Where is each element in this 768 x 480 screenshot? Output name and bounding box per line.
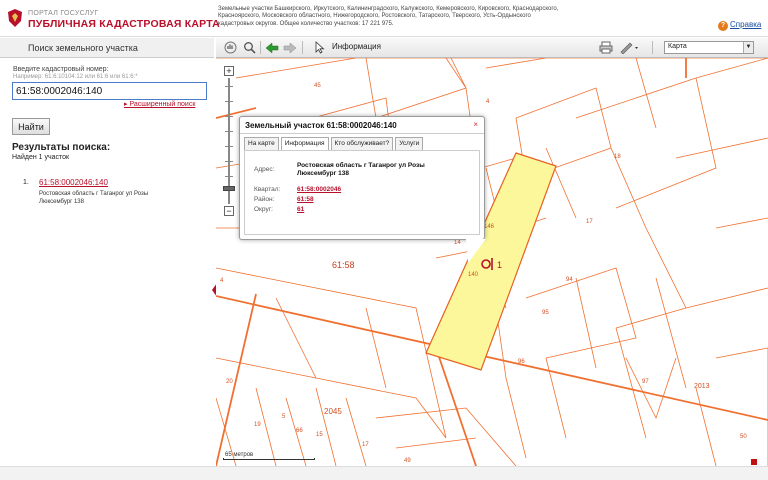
tab-who-serves[interactable]: Кто обслуживает? (330, 137, 394, 151)
measure-tool-button[interactable] (618, 40, 642, 55)
tab-services[interactable]: Услуги (395, 137, 424, 151)
find-button[interactable]: Найти (12, 118, 50, 135)
district-link[interactable]: 61:58 (297, 196, 314, 203)
zoom-tick (225, 101, 233, 102)
results-title: Результаты поиска: (12, 142, 111, 153)
hand-icon (224, 41, 236, 54)
zoom-in-button[interactable]: + (224, 66, 234, 76)
magnifier-icon (243, 42, 256, 54)
identify-button[interactable] (312, 40, 328, 55)
information-tool-label[interactable]: Информация (332, 42, 381, 51)
quarter-link[interactable]: 61:58:0002046 (297, 186, 341, 193)
results-count: Найден 1 участок (12, 154, 70, 161)
parcel-info-popup: Земельный участок 61:58:0002046:140 × На… (239, 116, 486, 263)
svg-text:45: 45 (314, 83, 321, 89)
svg-text:2045: 2045 (324, 407, 342, 416)
result-address: Ростовская область г Таганрог ул Розы Лю… (39, 191, 149, 205)
status-bar (0, 466, 768, 480)
svg-text:17: 17 (586, 219, 593, 225)
quarter-label: Квартал: (254, 186, 281, 193)
zoom-handle[interactable] (223, 186, 235, 191)
printer-icon (599, 41, 613, 54)
svg-text:95: 95 (542, 310, 549, 316)
zoom-tick (225, 116, 233, 117)
svg-text:146: 146 (484, 224, 495, 230)
portal-caption: ПОРТАЛ ГОСУСЛУГ (28, 10, 99, 17)
zoom-tick (225, 146, 233, 147)
result-cadastral-link[interactable]: 61:58:0002046:140 (39, 178, 108, 187)
help-label: Справка (730, 20, 762, 29)
forward-button[interactable] (282, 40, 298, 55)
popup-title: Земельный участок 61:58:0002046:140 (240, 117, 484, 134)
help-icon: ? (718, 21, 728, 31)
arrow-left-icon (265, 41, 279, 54)
search-panel: Поиск земельного участка Введите кадастр… (0, 38, 217, 466)
svg-text:96: 96 (518, 359, 525, 365)
app-title[interactable]: ПУБЛИЧНАЯ КАДАСТРОВАЯ КАРТА (28, 18, 220, 30)
map-layer-value: Карта (668, 43, 687, 50)
svg-text:94: 94 (566, 277, 573, 283)
svg-text:17: 17 (362, 442, 369, 448)
svg-text:66: 66 (296, 428, 303, 434)
address-value: Ростовская область г Таганрог ул Розы Лю… (297, 162, 425, 177)
close-icon[interactable]: × (473, 120, 478, 129)
okrug-label: Округ: (254, 206, 273, 213)
ruler-pen-icon (620, 42, 638, 54)
okrug-link[interactable]: 61 (297, 206, 304, 213)
quarter-label: 61:58 (332, 260, 355, 270)
svg-text:19: 19 (254, 422, 261, 428)
result-number: 1. (23, 179, 29, 186)
svg-text:4: 4 (220, 278, 224, 284)
print-button[interactable] (598, 40, 614, 55)
map-corner-toggle[interactable] (751, 459, 757, 465)
map-toolbar: Информация Карта ▼ (216, 38, 768, 58)
svg-text:18: 18 (614, 154, 621, 160)
zoom-slider[interactable]: + − (223, 66, 235, 216)
svg-text:2013: 2013 (694, 383, 710, 390)
panel-title: Поиск земельного участка (0, 38, 214, 58)
cadastral-number-label: Введите кадастровый номер: (13, 66, 109, 73)
marker-number: 1 (497, 260, 502, 270)
advanced-search-link[interactable]: Расширенный поиск (124, 100, 195, 108)
zoom-tick (225, 161, 233, 162)
back-button[interactable] (264, 40, 280, 55)
tab-on-map[interactable]: На карте (244, 137, 279, 151)
cadastral-number-input[interactable] (12, 82, 207, 100)
svg-text:4: 4 (486, 99, 490, 105)
zoom-tick (225, 86, 233, 87)
coverage-notice: Земельные участки Башкирского, Иркутског… (218, 6, 559, 27)
address-label: Адрес: (254, 166, 275, 173)
toolbar-divider (652, 41, 653, 54)
coat-of-arms-icon (8, 9, 22, 27)
map-layer-select[interactable]: Карта ▼ (664, 41, 754, 54)
popup-tabs: На карте Информация Кто обслуживает? Усл… (244, 137, 424, 151)
zoom-tick (225, 131, 233, 132)
zoom-tick (225, 176, 233, 177)
svg-text:97: 97 (642, 379, 649, 385)
svg-text:14: 14 (454, 240, 461, 246)
tab-information[interactable]: Информация (280, 137, 329, 151)
app-header: ПОРТАЛ ГОСУСЛУГ ПУБЛИЧНАЯ КАДАСТРОВАЯ КА… (0, 0, 768, 37)
toolbar-divider (302, 41, 303, 54)
chevron-down-icon: ▼ (743, 42, 753, 53)
cursor-info-icon (315, 41, 325, 54)
district-label: Район: (254, 196, 275, 203)
scale-bar (223, 458, 315, 460)
zoom-out-button[interactable]: − (224, 206, 234, 216)
svg-text:15: 15 (316, 432, 323, 438)
svg-text:20: 20 (226, 379, 233, 385)
popup-info-panel: Адрес: Ростовская область г Таганрог ул … (244, 150, 480, 235)
svg-text:140: 140 (468, 272, 479, 278)
help-link[interactable]: ? Справка (718, 20, 761, 31)
zoom-box-button[interactable] (241, 40, 257, 55)
svg-text:50: 50 (740, 434, 747, 440)
toolbar-divider (260, 41, 261, 54)
arrow-right-icon (283, 41, 297, 54)
cadastral-example-hint: Например: 61:6:10104:12 или 61:6 или 61:… (13, 74, 138, 80)
svg-text:5: 5 (282, 414, 286, 420)
pan-hand-button[interactable] (222, 40, 238, 55)
svg-text:49: 49 (404, 458, 411, 464)
